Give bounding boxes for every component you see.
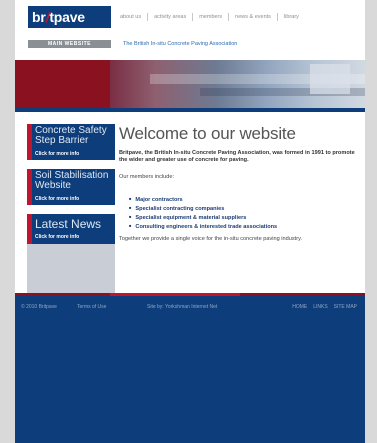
sidebar-promo-safety-barrier[interactable]: Concrete Safety Step Barrier Click for m… bbox=[27, 124, 115, 160]
footer-link-site-map[interactable]: SITE MAP bbox=[334, 304, 357, 310]
list-item: Consulting engineers & interested trade … bbox=[129, 222, 277, 231]
list-item: Major contractors bbox=[129, 195, 277, 204]
banner-image bbox=[110, 60, 365, 110]
promo-more-link[interactable]: Click for more info bbox=[35, 151, 79, 157]
members-list: Major contractors Specialist contracting… bbox=[129, 195, 277, 231]
footer-terms-link[interactable]: Terms of Use bbox=[77, 304, 106, 310]
sidebar-filler bbox=[27, 244, 115, 293]
promo-title: Concrete Safety Step Barrier bbox=[35, 125, 107, 146]
promo-more-link[interactable]: Click for more info bbox=[35, 196, 79, 202]
promo-accent-bar bbox=[27, 169, 32, 205]
promo-accent-bar bbox=[27, 124, 32, 160]
promo-title: Latest News bbox=[35, 217, 102, 231]
sidebar-promo-soil-stabilisation[interactable]: Soil Stabilisation Website Click for mor… bbox=[27, 169, 115, 205]
footer-links: HOME LINKS SITE MAP bbox=[292, 304, 357, 310]
intro-paragraph: Britpave, the British In-situ Concrete P… bbox=[119, 150, 355, 163]
page-title: Welcome to our website bbox=[119, 124, 296, 143]
footer-link-home[interactable]: HOME bbox=[292, 304, 307, 310]
members-intro: Our members include: bbox=[119, 174, 175, 180]
nav-activity-areas[interactable]: activity areas bbox=[147, 13, 192, 21]
promo-accent-bar bbox=[27, 214, 32, 244]
nav-news-events[interactable]: news & events bbox=[228, 13, 277, 21]
together-paragraph: Together we provide a single voice for t… bbox=[119, 236, 303, 242]
promo-title: Soil Stabilisation Website bbox=[35, 170, 109, 191]
nav-about-us[interactable]: about us bbox=[120, 13, 147, 21]
promo-more-link[interactable]: Click for more info bbox=[35, 234, 79, 240]
footer-copyright: © 2010 Britpave bbox=[21, 304, 57, 310]
britpave-logo[interactable]: br/tpave bbox=[28, 6, 111, 28]
banner-underline bbox=[15, 108, 365, 112]
top-nav: about us activity areas members news & e… bbox=[120, 13, 305, 21]
main-website-button[interactable]: MAIN WEBSITE bbox=[28, 40, 111, 48]
left-background bbox=[0, 0, 15, 443]
nav-members[interactable]: members bbox=[192, 13, 228, 21]
right-background bbox=[365, 0, 377, 443]
sidebar-promo-latest-news[interactable]: Latest News Click for more info bbox=[27, 214, 115, 244]
footer: © 2010 Britpave Terms of Use Site by: Yo… bbox=[15, 296, 365, 443]
logo-text-post: tpave bbox=[49, 9, 85, 25]
banner-building bbox=[310, 64, 350, 94]
footer-site-by[interactable]: Site by: Yorkshman Internet Net bbox=[147, 304, 217, 310]
nav-library[interactable]: library bbox=[276, 13, 305, 21]
logo-text-pre: br bbox=[32, 9, 46, 25]
tagline: The British In-situ Concrete Paving Asso… bbox=[123, 41, 238, 47]
page: br/tpave MAIN WEBSITE about us activity … bbox=[15, 0, 365, 443]
list-item: Specialist equipment & material supplier… bbox=[129, 213, 277, 222]
list-item: Specialist contracting companies bbox=[129, 204, 277, 213]
footer-link-links[interactable]: LINKS bbox=[313, 304, 327, 310]
